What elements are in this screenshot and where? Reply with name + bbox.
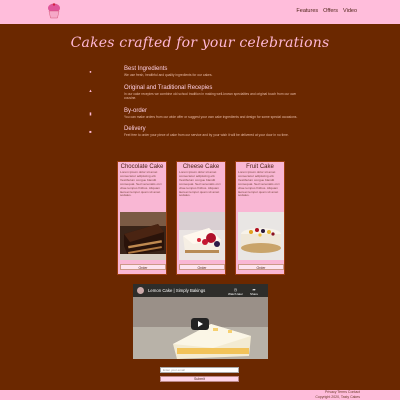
card-description: Lorem ipsum dolor sit amet consectetur a… (120, 170, 162, 198)
cake-cards: Chocolate Cake Lorem ipsum dolor sit ame… (117, 161, 285, 275)
main-nav: Features Offers Video (296, 8, 357, 14)
feature-title: Original and Traditional Recepies (124, 84, 213, 91)
nav-link-features[interactable]: Features (296, 8, 318, 14)
submit-button[interactable]: Submit (160, 376, 239, 382)
video-embed[interactable]: Lemon Cake | Simply Bakings ◷ Watch late… (133, 284, 268, 359)
leaf-icon: ● (89, 69, 92, 74)
features-list: ● Best Ingredients We use fresh, healthf… (88, 66, 308, 145)
feature-text: In our cake recepies we combine old scho… (124, 91, 297, 101)
nav-link-video[interactable]: Video (343, 8, 357, 14)
card-description: Lorem ipsum dolor sit amet consectetur a… (179, 170, 221, 198)
share-label: Share (250, 292, 259, 296)
footer-links: Privacy Terms Contact Copyright 2020, Ta… (315, 390, 360, 399)
order-button[interactable]: Order (120, 264, 166, 270)
chocolate-cake-image (120, 212, 166, 260)
card-description: Lorem ipsum dolor sit amet consectetur a… (238, 170, 280, 198)
feature-title: Delivery (124, 126, 146, 132)
cheese-cake-image (179, 212, 225, 260)
mobile-icon: ▮ (89, 110, 92, 116)
feature-title: Best Ingredients (124, 66, 168, 72)
hero-title: Cakes crafted for your celebrations (70, 35, 330, 51)
cake-card-cheese: Cheese Cake Lorem ipsum dolor sit amet c… (176, 161, 226, 275)
order-button[interactable]: Order (238, 264, 284, 270)
watch-later-label: Watch later (228, 292, 244, 296)
nav-link-offers[interactable]: Offers (323, 8, 338, 14)
feature-text: You can make orders from our wide offer … (124, 114, 298, 119)
feature-text: Feel free to order your piece of cake fr… (124, 133, 289, 137)
feature-item: ▲ Original and Traditional Recepies In o… (88, 85, 308, 101)
main-section: Cakes crafted for your celebrations ● Be… (0, 24, 400, 390)
cake-card-chocolate: Chocolate Cake Lorem ipsum dolor sit ame… (117, 161, 167, 275)
video-title[interactable]: Lemon Cake | Simply Bakings (148, 288, 205, 293)
copyright-text: Copyright 2020, Tasty Cakes (315, 394, 360, 399)
cake-icon: ▲ (88, 87, 93, 93)
feature-item: ● Best Ingredients We use fresh, healthf… (88, 66, 308, 78)
feature-item: ▮ By-order You can make orders from our … (88, 108, 308, 120)
fruit-cake-image (238, 212, 284, 260)
feature-item: ■ Delivery Feel free to order your piece… (88, 126, 308, 138)
footer: Privacy Terms Contact Copyright 2020, Ta… (0, 390, 400, 400)
feature-title: By-order (124, 107, 148, 114)
email-field[interactable]: Enter your email (160, 367, 239, 373)
play-icon[interactable] (191, 318, 209, 330)
watch-later-button[interactable]: ◷ Watch later (228, 287, 243, 296)
order-button[interactable]: Order (179, 264, 225, 270)
cupcake-logo-icon[interactable] (47, 3, 61, 19)
channel-avatar[interactable] (137, 287, 144, 294)
share-button[interactable]: ➦ Share (250, 287, 258, 296)
header: Features Offers Video (0, 0, 400, 24)
truck-icon: ■ (89, 129, 92, 134)
cake-card-fruit: Fruit Cake Lorem ipsum dolor sit amet co… (235, 161, 285, 275)
feature-text: We use fresh, healthful and quality ingr… (124, 73, 213, 77)
